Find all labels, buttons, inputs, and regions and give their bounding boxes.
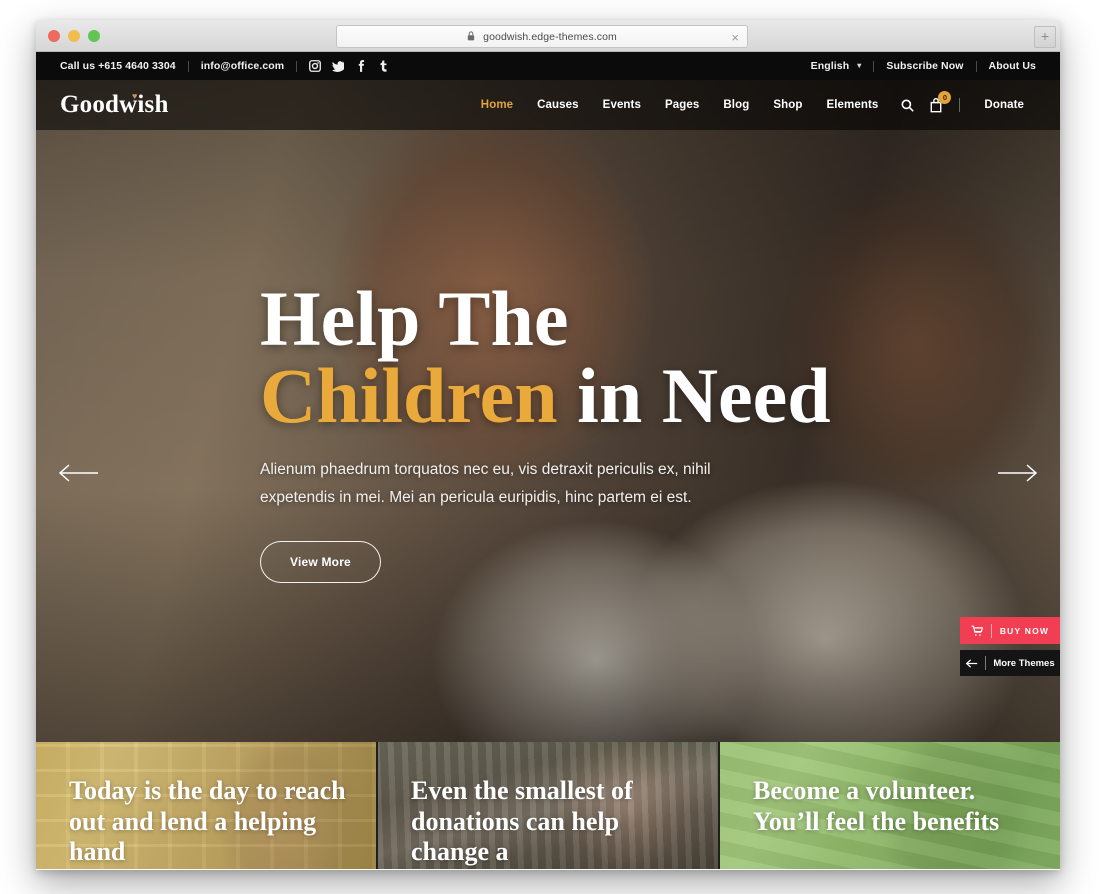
promo-card-text: Become a volunteer. You’ll feel the bene… xyxy=(753,776,1000,836)
top-bar-right: English ▾ Subscribe Now About Us xyxy=(811,60,1036,72)
arrow-left-icon[interactable] xyxy=(54,460,100,486)
view-more-button[interactable]: View More xyxy=(260,540,381,583)
twitter-icon[interactable] xyxy=(332,60,345,72)
main-navigation: Home Causes Events Pages Blog Shop Eleme… xyxy=(469,90,1036,113)
hero-content: Help The Children in Need Alienum phaedr… xyxy=(260,280,900,583)
tumblr-icon[interactable] xyxy=(378,60,390,72)
facebook-icon[interactable] xyxy=(355,60,367,72)
heart-icon: ♥ xyxy=(132,91,138,101)
address-bar-text: goodwish.edge-themes.com xyxy=(467,30,617,43)
about-us-link[interactable]: About Us xyxy=(989,60,1036,72)
promo-card-text: Even the smallest of donations can help … xyxy=(411,776,633,867)
social-links xyxy=(309,60,390,72)
buy-now-label: BUY NOW xyxy=(999,625,1050,636)
nav-item-pages[interactable]: Pages xyxy=(653,99,711,111)
hero-slider: Help The Children in Need Alienum phaedr… xyxy=(36,80,1060,742)
hero-title: Help The Children in Need xyxy=(260,280,900,435)
hero-title-line-1: Help The xyxy=(260,275,569,362)
divider xyxy=(296,60,298,72)
divider xyxy=(975,60,977,72)
hero-title-highlight: Children xyxy=(260,352,558,440)
window-traffic-lights[interactable] xyxy=(48,30,100,42)
cart-count-badge: 0 xyxy=(938,90,952,104)
close-icon[interactable]: × xyxy=(731,30,739,45)
promo-cards-row: Today is the day to reach out and lend a… xyxy=(36,742,1060,869)
close-window-button[interactable] xyxy=(48,30,60,42)
maximize-window-button[interactable] xyxy=(88,30,100,42)
promo-card[interactable]: Become a volunteer. You’ll feel the bene… xyxy=(720,742,1060,869)
browser-chrome-bar: goodwish.edge-themes.com × + xyxy=(36,20,1060,52)
address-bar-url: goodwish.edge-themes.com xyxy=(483,31,617,43)
arrow-right-icon[interactable] xyxy=(996,460,1042,486)
address-bar[interactable]: goodwish.edge-themes.com × xyxy=(336,25,748,48)
shopping-bag-icon[interactable]: 0 xyxy=(925,90,952,113)
minimize-window-button[interactable] xyxy=(68,30,80,42)
browser-window: goodwish.edge-themes.com × + Help The Ch… xyxy=(36,20,1060,870)
divider xyxy=(873,60,875,72)
promo-card-text: Today is the day to reach out and lend a… xyxy=(69,776,346,867)
lock-icon xyxy=(467,31,475,44)
divider xyxy=(959,98,961,112)
hero-title-line-2-rest: in Need xyxy=(557,352,831,440)
promo-card[interactable]: Today is the day to reach out and lend a… xyxy=(36,742,376,869)
language-label: English xyxy=(810,60,850,72)
site-logo[interactable]: ♥ Goodwish xyxy=(60,91,169,119)
chevron-down-icon: ▾ xyxy=(857,61,862,70)
top-bar-left: Call us +615 4640 3304 info@office.com xyxy=(60,60,390,72)
divider xyxy=(187,60,189,72)
nav-item-shop[interactable]: Shop xyxy=(761,99,814,111)
divider xyxy=(985,656,987,670)
promo-card[interactable]: Even the smallest of donations can help … xyxy=(378,742,718,869)
hero-subtitle: Alienum phaedrum torquatos nec eu, vis d… xyxy=(260,461,711,507)
nav-item-events[interactable]: Events xyxy=(591,99,653,111)
nav-item-home[interactable]: Home xyxy=(469,99,525,111)
nav-item-elements[interactable]: Elements xyxy=(814,99,890,111)
language-selector[interactable]: English ▾ xyxy=(811,60,862,72)
top-utility-bar: Call us +615 4640 3304 info@office.com E… xyxy=(36,52,1060,80)
search-icon[interactable] xyxy=(890,98,925,112)
more-themes-label: More Themes xyxy=(993,657,1055,669)
more-themes-button[interactable]: More Themes xyxy=(960,650,1060,676)
new-tab-button[interactable]: + xyxy=(1034,26,1056,48)
nav-item-causes[interactable]: Causes xyxy=(525,99,591,111)
buy-now-button[interactable]: BUY NOW xyxy=(960,617,1060,644)
phone-number: Call us +615 4640 3304 xyxy=(60,60,176,72)
donate-button[interactable]: Donate xyxy=(972,99,1036,111)
subscribe-now-link[interactable]: Subscribe Now xyxy=(886,60,963,72)
site-logo-text: Goodwish xyxy=(60,91,169,118)
nav-item-blog[interactable]: Blog xyxy=(711,99,761,111)
email-link[interactable]: info@office.com xyxy=(201,60,285,72)
page-viewport: Help The Children in Need Alienum phaedr… xyxy=(36,52,1060,869)
site-header: ♥ Goodwish Home Causes Events Pages Blog… xyxy=(36,80,1060,130)
instagram-icon[interactable] xyxy=(309,60,322,72)
divider xyxy=(990,623,992,638)
